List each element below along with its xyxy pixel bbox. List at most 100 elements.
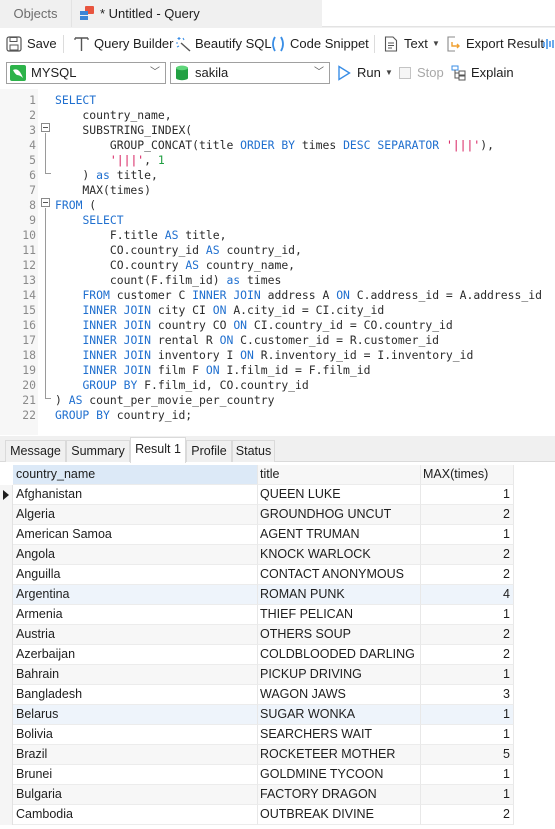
cell-country-name[interactable]: Azerbaijan [13,645,258,665]
code-line[interactable]: 6 ) as title, [0,168,555,183]
cell-country-name[interactable]: Afghanistan [13,485,258,505]
code-line[interactable]: 15 INNER JOIN city CI ON A.city_id = CI.… [0,303,555,318]
cell-country-name[interactable]: Angola [13,545,258,565]
result-tab-message[interactable]: Message [5,440,66,462]
code-line[interactable]: 18 INNER JOIN inventory I ON R.inventory… [0,348,555,363]
save-button[interactable]: Save [6,30,57,58]
table-row[interactable]: Brazil ROCKETEER MOTHER 5 [0,745,514,765]
row-selector[interactable] [0,705,13,725]
cell-max-times[interactable]: 4 [421,585,514,605]
cell-max-times[interactable]: 1 [421,485,514,505]
table-row[interactable]: Austria OTHERS SOUP 2 [0,625,514,645]
table-row[interactable]: Argentina ROMAN PUNK 4 [0,585,514,605]
code-line[interactable]: 2 country_name, [0,108,555,123]
cell-max-times[interactable]: 2 [421,565,514,585]
cell-max-times[interactable]: 2 [421,625,514,645]
row-selector[interactable] [0,745,13,765]
table-row[interactable]: Bangladesh WAGON JAWS 3 [0,685,514,705]
result-tab-profile[interactable]: Profile [186,440,232,462]
cell-title[interactable]: SUGAR WONKA [258,705,421,725]
table-row[interactable]: Afghanistan QUEEN LUKE 1 [0,485,514,505]
row-selector[interactable] [0,525,13,545]
code-line[interactable]: 13 count(F.film_id) as times [0,273,555,288]
result-tab-summary[interactable]: Summary [66,440,130,462]
cell-title[interactable]: GOLDMINE TYCOON [258,765,421,785]
cell-max-times[interactable]: 2 [421,805,514,825]
cell-title[interactable]: COLDBLOODED DARLING [258,645,421,665]
row-selector[interactable] [0,565,13,585]
cell-title[interactable]: CONTACT ANONYMOUS [258,565,421,585]
code-line[interactable]: 20 GROUP BY F.film_id, CO.country_id [0,378,555,393]
code-snippet-button[interactable]: Code Snippet [271,30,369,58]
code-line[interactable]: 14 FROM customer C INNER JOIN address A … [0,288,555,303]
row-selector[interactable] [0,645,13,665]
code-line[interactable]: 7 MAX(times) [0,183,555,198]
cell-max-times[interactable]: 5 [421,745,514,765]
code-line[interactable]: 10 F.title AS title, [0,228,555,243]
cell-title[interactable]: GROUNDHOG UNCUT [258,505,421,525]
text-output-button[interactable]: Text ▼ [384,30,440,58]
cell-max-times[interactable]: 2 [421,645,514,665]
result-tab-status[interactable]: Status [232,440,275,462]
cell-country-name[interactable]: Bangladesh [13,685,258,705]
code-line[interactable]: 22 GROUP BY country_id; [0,408,555,423]
code-line[interactable]: 9 SELECT [0,213,555,228]
beautify-sql-button[interactable]: Beautify SQL [175,30,272,58]
cell-max-times[interactable]: 2 [421,545,514,565]
row-selector[interactable] [0,665,13,685]
cell-country-name[interactable]: Algeria [13,505,258,525]
cell-country-name[interactable]: Bulgaria [13,785,258,805]
cell-country-name[interactable]: Argentina [13,585,258,605]
sql-editor[interactable]: 1 SELECT 2 country_name, 3 SUBSTRING_INDEX(… [0,89,555,435]
table-row[interactable]: Bulgaria FACTORY DRAGON 1 [0,785,514,805]
cell-title[interactable]: ROCKETEER MOTHER [258,745,421,765]
column-header-title[interactable]: title [258,465,421,485]
table-row[interactable]: Brunei GOLDMINE TYCOON 1 [0,765,514,785]
table-row[interactable]: American Samoa AGENT TRUMAN 1 [0,525,514,545]
code-line[interactable]: 16 INNER JOIN country CO ON CI.country_i… [0,318,555,333]
code-line[interactable]: 11 CO.country_id AS country_id, [0,243,555,258]
row-selector[interactable] [0,785,13,805]
cell-country-name[interactable]: Brazil [13,745,258,765]
table-row[interactable]: Bahrain PICKUP DRIVING 1 [0,665,514,685]
code-line[interactable]: 3 SUBSTRING_INDEX( [0,123,555,138]
cell-country-name[interactable]: American Samoa [13,525,258,545]
cell-country-name[interactable]: Anguilla [13,565,258,585]
row-selector[interactable] [0,725,13,745]
cell-max-times[interactable]: 1 [421,725,514,745]
result-tab-result-1[interactable]: Result 1 [130,437,186,463]
cell-title[interactable]: OTHERS SOUP [258,625,421,645]
table-row[interactable]: Anguilla CONTACT ANONYMOUS 2 [0,565,514,585]
result-grid[interactable]: country_name title MAX(times) Afghanista… [0,463,555,829]
cell-max-times[interactable]: 2 [421,505,514,525]
code-line[interactable]: 1 SELECT [0,93,555,108]
table-row[interactable]: Belarus SUGAR WONKA 1 [0,705,514,725]
cell-title[interactable]: QUEEN LUKE [258,485,421,505]
code-line[interactable]: 5 '|||', 1 [0,153,555,168]
cell-country-name[interactable]: Belarus [13,705,258,725]
cell-title[interactable]: WAGON JAWS [258,685,421,705]
cell-title[interactable]: OUTBREAK DIVINE [258,805,421,825]
row-selector[interactable] [0,545,13,565]
row-selector[interactable] [0,625,13,645]
code-line[interactable]: 17 INNER JOIN rental R ON C.customer_id … [0,333,555,348]
tab-untitled-query[interactable]: * Untitled - Query [72,0,322,27]
table-row[interactable]: Angola KNOCK WARLOCK 2 [0,545,514,565]
code-line[interactable]: 4 GROUP_CONCAT(title ORDER BY times DESC… [0,138,555,153]
code-line[interactable]: 19 INNER JOIN film F ON I.film_id = F.fi… [0,363,555,378]
row-selector[interactable] [0,805,13,825]
chart-button[interactable] [543,30,555,58]
row-selector[interactable] [0,505,13,525]
row-selector[interactable] [0,605,13,625]
cell-title[interactable]: FACTORY DRAGON [258,785,421,805]
query-builder-button[interactable]: Query Builder [74,30,173,58]
export-result-button[interactable]: Export Result [446,30,544,58]
table-row[interactable]: Azerbaijan COLDBLOODED DARLING 2 [0,645,514,665]
cell-title[interactable]: KNOCK WARLOCK [258,545,421,565]
cell-max-times[interactable]: 1 [421,765,514,785]
row-selector[interactable] [0,765,13,785]
row-selector[interactable] [0,685,13,705]
table-row[interactable]: Bolivia SEARCHERS WAIT 1 [0,725,514,745]
cell-country-name[interactable]: Bahrain [13,665,258,685]
code-line[interactable]: 8 FROM ( [0,198,555,213]
